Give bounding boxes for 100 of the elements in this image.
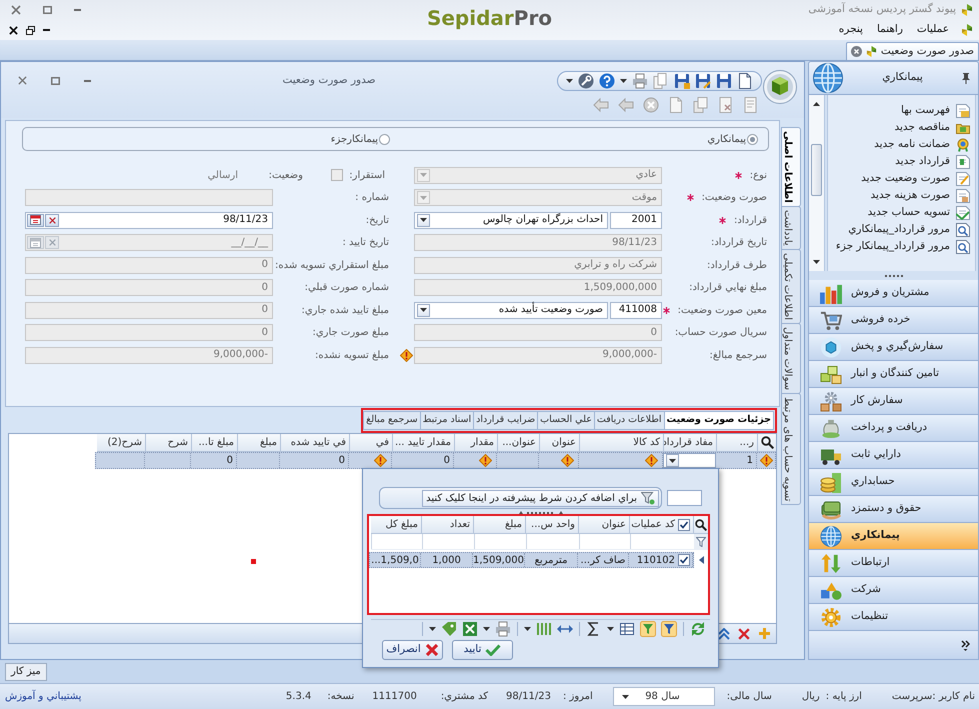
column-header[interactable]: ر... — [717, 434, 758, 451]
sidebar-item[interactable]: مناقصه جدید — [894, 120, 950, 136]
checkbox[interactable] — [678, 518, 690, 530]
caret-icon[interactable] — [813, 260, 820, 264]
search-icon[interactable] — [695, 518, 707, 530]
dropdown-button[interactable] — [417, 214, 430, 227]
date-field[interactable]: 98/11/23 — [25, 212, 273, 229]
side-tab[interactable]: تسویه حساب های مرتبط — [781, 392, 801, 506]
input-field[interactable]: 411008 — [610, 302, 662, 319]
spreadsheet-icon[interactable] — [462, 620, 478, 636]
filter-field[interactable] — [630, 534, 694, 549]
filter-field[interactable] — [579, 534, 630, 549]
filter-icon[interactable] — [661, 620, 677, 636]
tab[interactable]: ضرایب قرارداد — [473, 411, 538, 430]
input-field[interactable]: 2001 — [610, 212, 662, 229]
printer-icon[interactable] — [632, 73, 648, 89]
restore-icon[interactable] — [26, 26, 35, 34]
module-button[interactable]: مشتریان و فروش — [808, 280, 979, 307]
radio-button[interactable] — [747, 134, 758, 144]
maximize-icon[interactable] — [51, 76, 60, 84]
refresh-icon[interactable] — [690, 620, 706, 636]
dropdown-button[interactable] — [417, 304, 430, 317]
new-document-icon[interactable] — [737, 73, 753, 89]
filter-field[interactable] — [422, 534, 474, 549]
menu-item[interactable]: عملیات — [914, 22, 951, 38]
module-button[interactable]: دریافت و پرداخت — [808, 415, 979, 442]
module-button[interactable]: خرده فروشی — [808, 307, 979, 334]
column-header[interactable]: کد عملیات — [630, 516, 694, 533]
double-chevron-icon[interactable] — [961, 640, 970, 650]
column-header[interactable]: مفاد قرارداد — [664, 434, 717, 451]
filter-button[interactable]: براي اضافه کردن شرط پیشرفته در اینجا کلیک کنید — [422, 490, 659, 506]
filter-field[interactable] — [371, 534, 422, 549]
document-icon[interactable] — [668, 96, 684, 112]
save-icon[interactable] — [716, 73, 732, 89]
tab[interactable]: جزئیات صورت وضعیت — [664, 411, 774, 430]
filter-field[interactable] — [526, 534, 579, 549]
checkbox[interactable] — [678, 554, 690, 566]
module-button[interactable]: تامین کنندگان و انبار — [808, 361, 979, 388]
delete-icon[interactable] — [738, 628, 750, 640]
document-x-icon[interactable] — [718, 96, 734, 112]
tag-icon[interactable] — [441, 620, 457, 636]
side-tab[interactable]: اطلاعات اصلی — [781, 127, 801, 207]
sidebar-item[interactable]: قرارداد جدید — [895, 154, 950, 170]
document-tab[interactable]: صدور صورت وضعیت — [846, 42, 979, 60]
side-tab[interactable]: اطلاعات تکمیلی — [781, 248, 801, 324]
module-button[interactable]: ارتباطات — [808, 550, 979, 577]
column-header[interactable]: تعداد — [422, 516, 474, 533]
column-header[interactable]: مبلغ تا... — [192, 434, 238, 451]
maximize-icon[interactable] — [43, 6, 52, 14]
sidebar-item[interactable]: فهرست بها — [900, 102, 950, 118]
column-header[interactable]: مبلغ کل — [371, 516, 422, 533]
columns-icon[interactable] — [536, 620, 552, 636]
save-as-icon[interactable] — [695, 73, 711, 89]
column-header[interactable]: في — [350, 434, 393, 451]
caret-icon[interactable] — [524, 626, 531, 630]
side-tab[interactable]: یادداشت — [781, 206, 801, 250]
module-button[interactable]: تنظیمات — [808, 604, 979, 631]
ok-button[interactable]: تایید — [452, 640, 513, 660]
table-icon[interactable] — [619, 620, 635, 636]
sidebar-item[interactable]: تسویه حساب جدید — [868, 204, 950, 220]
column-header[interactable]: واحد س... — [526, 516, 579, 533]
menu-item[interactable]: پنجره — [836, 22, 865, 38]
column-header[interactable]: مبلغ — [238, 434, 281, 451]
module-button[interactable]: سفارش‌گیري و پخش — [808, 334, 979, 361]
filter-field[interactable] — [474, 534, 526, 549]
clear-button[interactable] — [45, 214, 59, 227]
menu-item[interactable]: راهنما — [874, 22, 905, 38]
input-field[interactable] — [667, 490, 702, 506]
caret-icon[interactable] — [620, 79, 627, 83]
module-button[interactable]: دارایي ثابت — [808, 442, 979, 469]
column-header[interactable]: مقدار — [455, 434, 498, 451]
sidebar-item[interactable]: مرور قرارداد_پیمانکار جزء — [836, 238, 950, 254]
column-header[interactable]: عنوان — [540, 434, 580, 451]
desktop-button[interactable]: میز کار — [5, 662, 47, 680]
cancel-button[interactable]: انصراف — [382, 640, 443, 660]
column-header[interactable]: في تایید شده — [281, 434, 350, 451]
cube-logo-icon[interactable] — [763, 70, 797, 104]
caret-icon[interactable] — [566, 79, 573, 83]
column-header[interactable]: مقدار تایید ... — [393, 434, 455, 451]
filter-icon[interactable] — [640, 620, 656, 636]
wrench-icon[interactable] — [578, 73, 594, 89]
module-button[interactable]: پیمانکاري — [808, 523, 979, 550]
document-lines-icon[interactable] — [743, 96, 759, 112]
column-header[interactable]: کد کالا — [580, 434, 664, 451]
printer-icon[interactable] — [495, 620, 511, 636]
tab[interactable]: اطلاعات دریافت — [594, 411, 665, 430]
cancel-circle-icon[interactable] — [643, 96, 659, 112]
documents-icon[interactable] — [693, 96, 709, 112]
side-tab[interactable]: سوالات متداول — [781, 322, 801, 394]
tab[interactable]: اسناد مرتبط — [420, 411, 474, 430]
caret-icon[interactable] — [483, 626, 490, 630]
scroll-thumb[interactable] — [811, 144, 822, 196]
sidebar-item[interactable]: صورت هزینه جدید — [870, 188, 950, 204]
filter-icon[interactable] — [696, 536, 706, 546]
tab[interactable]: علي الحساب — [537, 411, 595, 430]
copy-icon[interactable] — [653, 73, 669, 89]
column-header[interactable]: عنوان — [579, 516, 630, 533]
double-chevron-up-icon[interactable] — [718, 628, 730, 640]
minimize-icon[interactable] — [84, 80, 91, 82]
save-icon[interactable] — [674, 73, 690, 89]
